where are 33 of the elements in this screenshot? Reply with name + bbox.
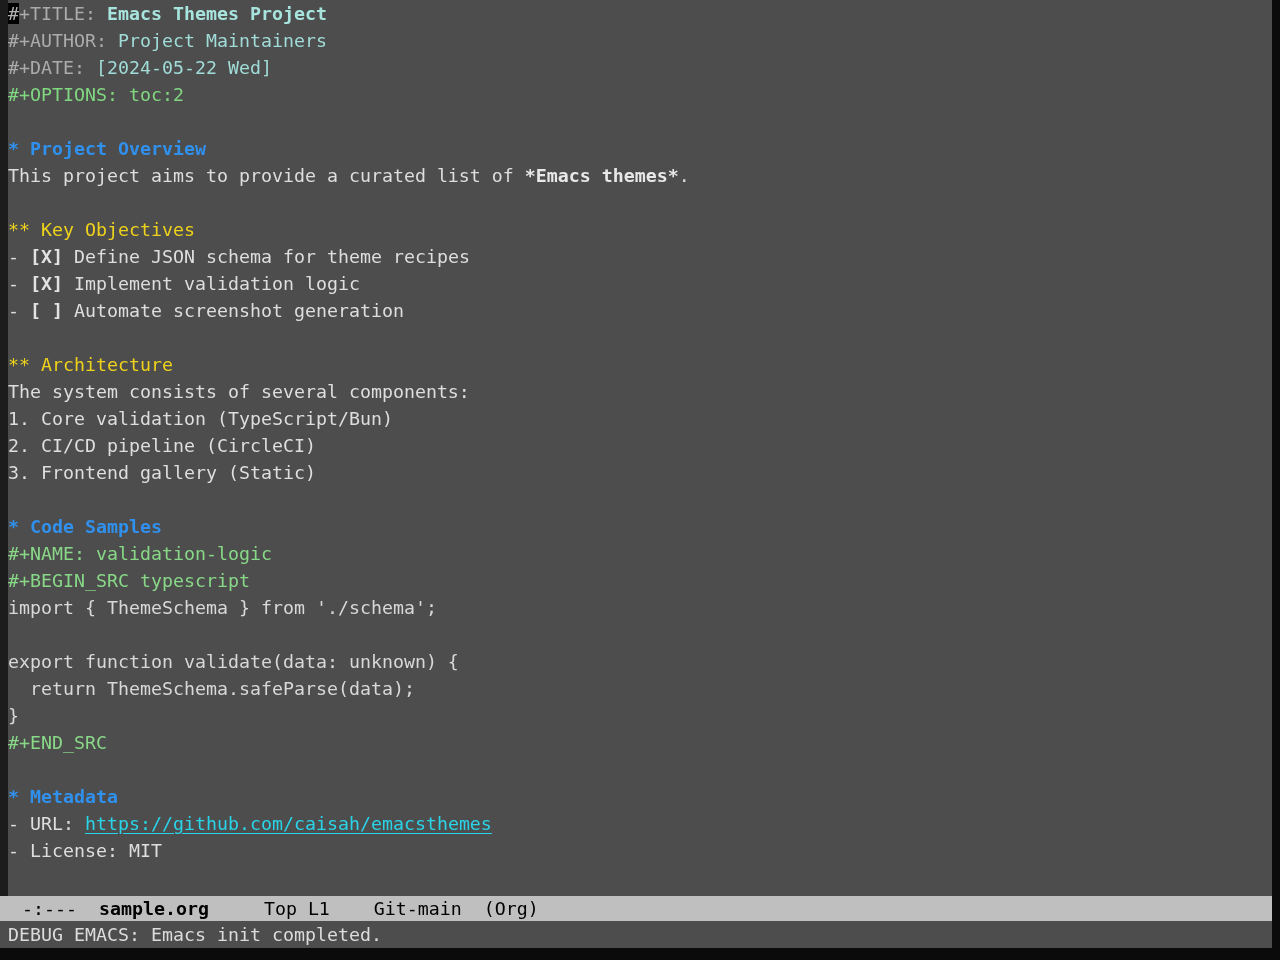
list-item: 1. Core validation (TypeScript/Bun) xyxy=(8,407,393,431)
code-line: export function validate(data: unknown) { xyxy=(8,650,459,674)
git-branch[interactable]: Git-main xyxy=(373,898,462,919)
heading: ** Architecture xyxy=(8,353,173,377)
code-line: return ThemeSchema.safeParse(data); xyxy=(29,677,415,701)
org-keyword-line: #+BEGIN_SRC typescript xyxy=(8,569,250,593)
paragraph: This project aims to provide a curated list of *Emacs themes*. xyxy=(8,164,690,188)
link[interactable]: https://github.com/caisah/emacsthemes xyxy=(85,813,492,834)
heading: * Metadata xyxy=(8,785,118,809)
list-item: - [X] Implement validation logic xyxy=(8,272,360,296)
list-item: - [X] Define JSON schema for theme recipes xyxy=(8,245,470,269)
code-line: } xyxy=(8,704,19,728)
code-line: import { ThemeSchema } from './schema'; xyxy=(8,596,437,620)
list-item: - License: MIT xyxy=(8,839,162,863)
list-item: 2. CI/CD pipeline (CircleCI) xyxy=(8,434,316,458)
org-keyword-line: #+DATE: [2024-05-22 Wed] xyxy=(8,56,272,80)
echo-area-message: DEBUG EMACS: Emacs init completed. xyxy=(8,924,382,945)
major-mode[interactable]: (Org) xyxy=(483,898,539,919)
position-indicator: Top L1 xyxy=(263,898,330,919)
org-keyword-line: #+AUTHOR: Project Maintainers xyxy=(8,29,327,53)
heading: * Code Samples xyxy=(8,515,162,539)
paragraph: The system consists of several components: xyxy=(8,380,470,404)
org-keyword-line: #+TITLE: Emacs Themes Project xyxy=(8,2,327,26)
org-keyword-line: #+END_SRC xyxy=(8,731,107,755)
heading: * Project Overview xyxy=(8,137,206,161)
list-item-text: - URL: xyxy=(8,813,75,834)
heading: ** Key Objectives xyxy=(8,218,195,242)
org-keyword-line: #+NAME: validation-logic xyxy=(8,542,272,566)
list-item: - [ ] Automate screenshot generation xyxy=(8,299,404,323)
org-keyword-line: #+OPTIONS: toc:2 xyxy=(8,83,184,107)
buffer-name[interactable]: sample.org xyxy=(98,898,209,919)
list-item: 3. Frontend gallery (Static) xyxy=(8,461,316,485)
modified-status: -:--- xyxy=(22,898,77,919)
